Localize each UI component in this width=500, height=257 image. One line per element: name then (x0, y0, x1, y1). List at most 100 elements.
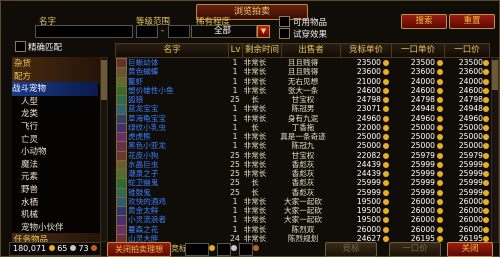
gold-coin-icon (383, 226, 389, 233)
usable-checkbox[interactable] (279, 16, 290, 27)
gold-coin-icon (483, 208, 489, 214)
player-money: 180,071 65 73 (9, 242, 102, 256)
gold-coin-icon (383, 87, 389, 94)
copper-coin-icon (91, 245, 98, 251)
level-min-input[interactable] (136, 25, 158, 38)
column-header-bid[interactable]: 竞标单价 (340, 43, 392, 58)
exact-match-label: 精确匹配 (28, 43, 63, 53)
gold-coin-icon (437, 69, 443, 76)
gold-coin-icon (383, 106, 389, 113)
copper-amount: 73 (78, 244, 89, 253)
gold-coin-icon (437, 97, 443, 103)
gold-coin-icon (383, 152, 389, 159)
silver-amount: 65 (57, 244, 68, 253)
gold-coin-icon (437, 78, 443, 85)
buyout-button[interactable]: 一口价 (389, 242, 441, 257)
silver-coin-icon (69, 245, 76, 251)
gold-coin-icon (437, 124, 443, 131)
column-header-time[interactable]: 剩余时间 (242, 43, 282, 58)
bid-gold-input[interactable] (185, 243, 209, 256)
auction-window: 浏览拍卖 名字 等级范围 - 稀有程度 全部 ▼ 可用物品 试穿效果 精确匹配 … (0, 0, 500, 257)
gold-coin-icon (437, 171, 443, 177)
column-header-level[interactable]: Lv (228, 43, 243, 58)
gold-coin-icon (437, 180, 443, 187)
gold-coin-icon (383, 208, 389, 214)
gold-coin-icon (383, 189, 389, 196)
gold-coin-icon (383, 161, 389, 168)
gold-coin-icon (437, 161, 443, 168)
column-header-buyout[interactable]: 一口价 (444, 43, 490, 58)
gold-coin-icon (437, 134, 443, 140)
usable-label: 可用物品 (293, 18, 328, 28)
gold-coin-icon (483, 115, 489, 122)
close-button[interactable]: 关闭 (447, 242, 493, 257)
bid-button[interactable]: 竞标 (325, 242, 377, 257)
gold-coin-icon (483, 60, 489, 66)
rarity-dropdown[interactable]: 全部 (191, 25, 257, 38)
gold-amount: 180,071 (13, 244, 47, 253)
gold-coin-icon (483, 226, 489, 233)
category-scroll-thumb[interactable] (101, 60, 107, 100)
gold-coin-icon (483, 161, 489, 168)
bid-copper-icon (253, 245, 259, 251)
gold-coin-icon (483, 134, 489, 140)
gold-coin-icon (483, 198, 489, 205)
gold-coin-icon (437, 87, 443, 94)
gold-coin-icon (483, 235, 489, 242)
gold-coin-icon (383, 69, 389, 76)
gold-coin-icon (383, 198, 389, 205)
gold-coin-icon (483, 106, 489, 113)
rarity-value: 全部 (214, 26, 232, 36)
gold-coin-icon (483, 217, 489, 224)
category-scrollbar[interactable] (100, 57, 108, 242)
gold-coin-icon (483, 180, 489, 187)
level-separator: - (161, 26, 165, 36)
column-header-buyout-unit[interactable]: 一口单价 (391, 43, 445, 58)
rarity-dropdown-arrow[interactable]: ▼ (257, 25, 270, 38)
gold-coin-icon (437, 152, 443, 159)
gold-coin-icon (483, 69, 489, 76)
gold-coin-icon (483, 87, 489, 94)
column-header-seller[interactable]: 出售者 (281, 43, 341, 58)
bid-gold-icon (209, 245, 215, 251)
results-list: 巨蜥幼体 1 非常长 且且贱得 23500 23500 23500 黄色蝴蝶 1 非常长 且且贱得 2… (115, 57, 489, 245)
gold-coin-icon (483, 143, 489, 150)
preview-checkbox[interactable] (279, 28, 290, 39)
gold-coin-icon (48, 245, 55, 251)
gold-coin-icon (383, 143, 389, 150)
column-header-name[interactable]: 名字 (115, 43, 229, 58)
gold-coin-icon (437, 198, 443, 205)
gold-coin-icon (383, 180, 389, 187)
search-button[interactable]: 搜索 (401, 14, 447, 29)
gold-coin-icon (483, 124, 489, 131)
reset-button[interactable]: 重置 (449, 14, 495, 29)
gold-coin-icon (383, 124, 389, 131)
gold-coin-icon (437, 189, 443, 196)
name-search-input[interactable] (35, 25, 133, 38)
gold-coin-icon (437, 226, 443, 233)
gold-coin-icon (383, 235, 389, 242)
tab-close-auction[interactable]: 关闭拍卖理想 (107, 242, 171, 257)
gold-coin-icon (483, 152, 489, 159)
gold-coin-icon (383, 97, 389, 103)
gold-coin-icon (437, 143, 443, 150)
gold-coin-icon (483, 189, 489, 196)
results-scroll-thumb[interactable] (492, 60, 498, 90)
preview-label: 试穿效果 (293, 30, 328, 40)
gold-coin-icon (437, 106, 443, 113)
category-list: 杂货 配方 战斗宠物 人型 龙类 飞行 亡灵 小动物 魔法 元素 野兽 水栖 机械 宠物小伙伴 任务物品 (12, 57, 109, 248)
bid-silver-icon (231, 245, 237, 251)
exact-match-checkbox[interactable] (15, 41, 26, 52)
gold-coin-icon (383, 171, 389, 177)
gold-coin-icon (383, 115, 389, 122)
bid-silver-input[interactable] (217, 243, 231, 256)
gold-coin-icon (383, 78, 389, 85)
level-max-input[interactable] (168, 25, 190, 38)
results-scrollbar[interactable] (491, 57, 499, 243)
gold-coin-icon (383, 60, 389, 66)
gold-coin-icon (437, 235, 443, 242)
bid-copper-input[interactable] (239, 243, 253, 256)
gold-coin-icon (437, 115, 443, 122)
gold-coin-icon (483, 97, 489, 103)
gold-coin-icon (483, 171, 489, 177)
